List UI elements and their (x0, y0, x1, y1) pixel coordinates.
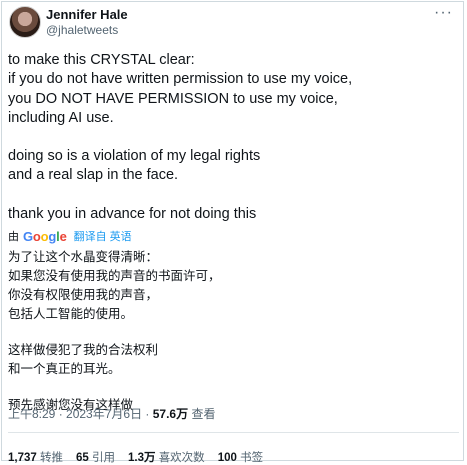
more-horizontal-icon[interactable]: ··· (434, 4, 453, 22)
author-handle[interactable]: @jhaletweets (46, 23, 118, 37)
tweet-meta: 上午8:29 · 2023年7月6日 · 57.6万 查看 (8, 407, 216, 421)
retweets-stat[interactable]: 1,737 转推 (8, 449, 63, 465)
translation-line: 你没有权限使用我的声音， (8, 287, 159, 302)
divider (8, 432, 459, 433)
translation-line: 如果您没有使用我的声音的书面许可， (8, 268, 221, 283)
views-count: 57.6万 (152, 407, 189, 421)
tweet-card: Jennifer Hale @jhaletweets ··· to make t… (1, 1, 464, 464)
translated-from-link[interactable]: 翻译自 英语 (74, 228, 132, 244)
tweet-text: to make this CRYSTAL clear: if you do no… (8, 51, 458, 224)
tweet-stats: 1,737 转推 65 引用 1.3万 喜欢次数 100 书签 (8, 449, 263, 465)
translated-text: 为了让这个水晶变得清晰： 如果您没有使用我的声音的书面许可， 你没有权限使用我的… (8, 247, 458, 414)
google-logo: Google (23, 228, 67, 244)
translation-line: 包括人工智能的使用。 (8, 306, 134, 321)
tweet-time[interactable]: 上午8:29 (8, 407, 55, 421)
tweet-date[interactable]: 2023年7月6日 (66, 407, 142, 421)
tweet-line: and a real slap in the face. (8, 167, 179, 184)
tweet-line: including AI use. (8, 109, 114, 126)
translation-attribution: 由 Google 翻译自 英语 (8, 228, 132, 244)
bookmarks-stat[interactable]: 100 书签 (218, 449, 263, 465)
avatar[interactable] (9, 6, 41, 38)
translation-line: 为了让这个水晶变得清晰： (8, 249, 159, 264)
tweet-line: if you do not have written permission to… (8, 71, 353, 88)
translation-line: 这样做侵犯了我的合法权利 (8, 342, 159, 357)
translated-by-label: 由 (8, 231, 19, 243)
tweet-line: thank you in advance for not doing this (8, 205, 257, 222)
tweet-line: doing so is a violation of my legal righ… (8, 148, 261, 165)
tweet-line: to make this CRYSTAL clear: (8, 52, 195, 68)
translation-line: 和一个真正的耳光。 (8, 361, 121, 376)
quotes-stat[interactable]: 65 引用 (76, 449, 115, 465)
views-label: 查看 (191, 407, 216, 421)
author-name[interactable]: Jennifer Hale (46, 7, 128, 22)
tweet-line: you DO NOT HAVE PERMISSION to use my voi… (8, 90, 338, 107)
likes-stat[interactable]: 1.3万 喜欢次数 (128, 449, 205, 465)
